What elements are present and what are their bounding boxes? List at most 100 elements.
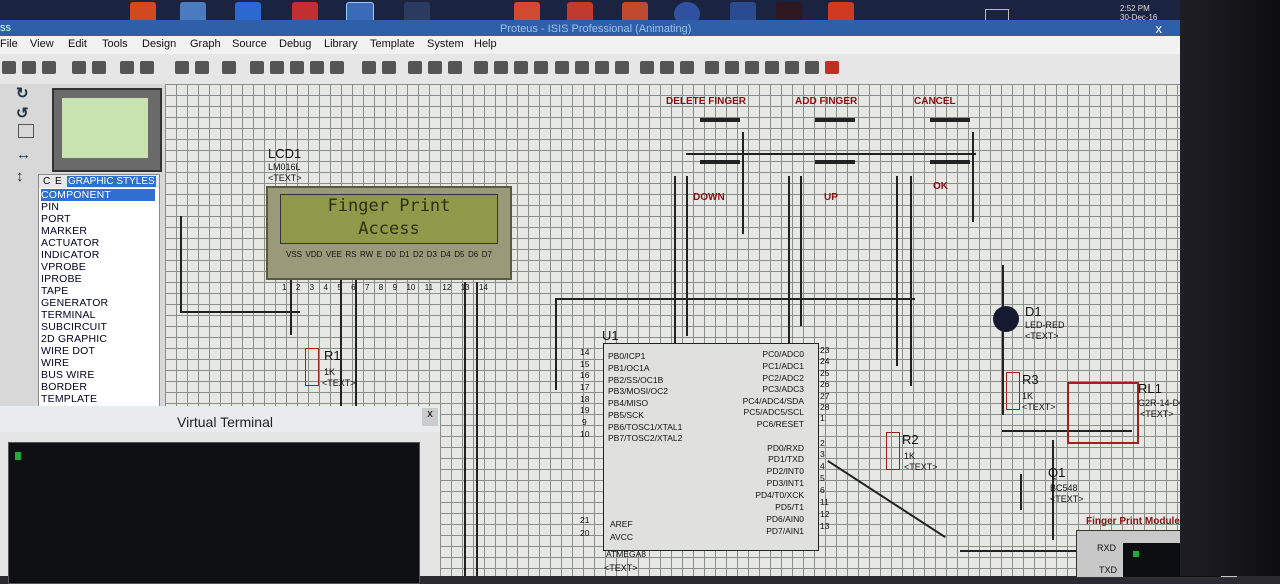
- list-item[interactable]: VPROBE: [41, 261, 86, 273]
- remove-sheet-icon[interactable]: [725, 61, 739, 74]
- list-item[interactable]: INDICATOR: [41, 249, 100, 261]
- menu-graph[interactable]: Graph: [190, 38, 221, 50]
- block-move-icon[interactable]: [494, 61, 508, 74]
- rotate-ccw-icon[interactable]: ↺: [16, 104, 38, 122]
- led-d1[interactable]: [993, 306, 1019, 332]
- menu-library[interactable]: Library: [324, 38, 358, 50]
- list-item[interactable]: MARKER: [41, 225, 87, 237]
- netlist-icon[interactable]: [805, 61, 819, 74]
- virtual-terminal-close-button[interactable]: x: [422, 408, 438, 426]
- menu-debug[interactable]: Debug: [279, 38, 311, 50]
- grid-icon[interactable]: [195, 61, 209, 74]
- pan-icon[interactable]: [250, 61, 264, 74]
- list-item[interactable]: PIN: [41, 201, 59, 213]
- undo-icon[interactable]: [362, 61, 376, 74]
- atmega8-chip[interactable]: PB0/ICP1 PB1/OC1A PB2/SS/OC1B PB3/MOSI/O…: [603, 343, 819, 559]
- menu-template[interactable]: Template: [370, 38, 415, 50]
- wire: [476, 282, 478, 576]
- mirror-horizontal-icon[interactable]: ↔: [16, 146, 38, 164]
- tab-edit[interactable]: E: [55, 176, 62, 187]
- pin-number: 16: [580, 370, 590, 380]
- wire: [180, 216, 182, 312]
- list-item[interactable]: 2D GRAPHIC: [41, 333, 107, 345]
- list-item[interactable]: WIRE: [41, 357, 69, 369]
- open-icon[interactable]: [22, 61, 36, 74]
- block-rotate-icon[interactable]: [514, 61, 528, 74]
- cut-icon[interactable]: [408, 61, 422, 74]
- overview-window[interactable]: [52, 88, 162, 172]
- erc-icon[interactable]: [785, 61, 799, 74]
- close-button[interactable]: x: [1156, 21, 1163, 36]
- export-icon[interactable]: [92, 61, 106, 74]
- list-item[interactable]: TEMPLATE: [41, 393, 97, 405]
- cancel-button[interactable]: [930, 118, 970, 122]
- search-tag-icon[interactable]: [660, 61, 674, 74]
- virtual-terminal-window[interactable]: Virtual Terminal x: [0, 406, 440, 584]
- menu-edit[interactable]: Edit: [68, 38, 87, 50]
- zoom-all-icon[interactable]: [310, 61, 324, 74]
- redo-icon[interactable]: [382, 61, 396, 74]
- add-finger-button[interactable]: [815, 118, 855, 122]
- list-item[interactable]: BUS WIRE: [41, 369, 95, 381]
- decompose-icon[interactable]: [615, 61, 629, 74]
- list-item[interactable]: BORDER: [41, 381, 87, 393]
- block-delete-icon[interactable]: [534, 61, 548, 74]
- list-item[interactable]: GENERATOR: [41, 297, 108, 309]
- origin-icon[interactable]: [222, 61, 236, 74]
- block-copy-icon[interactable]: [474, 61, 488, 74]
- copy-icon[interactable]: [428, 61, 442, 74]
- paste-icon[interactable]: [448, 61, 462, 74]
- import-icon[interactable]: [72, 61, 86, 74]
- relay-rl1[interactable]: [1067, 382, 1139, 444]
- list-item[interactable]: TAPE: [41, 285, 68, 297]
- ok-label: OK: [933, 181, 948, 192]
- list-item[interactable]: IPROBE: [41, 273, 82, 285]
- zoom-area-icon[interactable]: [330, 61, 344, 74]
- package-tool-icon[interactable]: [595, 61, 609, 74]
- transistor-q1[interactable]: [1020, 474, 1022, 510]
- list-item[interactable]: COMPONENT: [41, 189, 155, 201]
- new-icon[interactable]: [2, 61, 16, 74]
- menu-system[interactable]: System: [427, 38, 464, 50]
- menu-help[interactable]: Help: [474, 38, 497, 50]
- list-item[interactable]: SUBCIRCUIT: [41, 321, 107, 333]
- up-button[interactable]: [815, 160, 855, 164]
- area-icon[interactable]: [140, 61, 154, 74]
- ares-icon[interactable]: [825, 61, 839, 74]
- resistor-r3[interactable]: [1006, 372, 1020, 410]
- mirror-vertical-icon[interactable]: ↕: [16, 168, 38, 186]
- list-item[interactable]: TERMINAL: [41, 309, 96, 321]
- wire-autorouter-icon[interactable]: [640, 61, 654, 74]
- zoom-out-icon[interactable]: [290, 61, 304, 74]
- list-item[interactable]: ACTUATOR: [41, 237, 99, 249]
- print-icon[interactable]: [120, 61, 134, 74]
- menu-design[interactable]: Design: [142, 38, 176, 50]
- tab-graphic-styles[interactable]: GRAPHIC STYLES: [67, 176, 156, 187]
- pick-device-icon[interactable]: [555, 61, 569, 74]
- mcu-pin-label: PD5/T1: [775, 502, 804, 512]
- list-item[interactable]: WIRE DOT: [41, 345, 95, 357]
- menu-source[interactable]: Source: [232, 38, 267, 50]
- exit-parent-icon[interactable]: [745, 61, 759, 74]
- resistor-r1[interactable]: [305, 348, 319, 386]
- make-device-icon[interactable]: [575, 61, 589, 74]
- menu-file[interactable]: File: [0, 38, 18, 50]
- refresh-icon[interactable]: [175, 61, 189, 74]
- ok-button[interactable]: [930, 160, 970, 164]
- menu-tools[interactable]: Tools: [102, 38, 128, 50]
- save-icon[interactable]: [42, 61, 56, 74]
- angle-field[interactable]: [18, 124, 34, 138]
- down-button[interactable]: [700, 160, 740, 164]
- menu-view[interactable]: View: [30, 38, 54, 50]
- new-sheet-icon[interactable]: [705, 61, 719, 74]
- property-tool-icon[interactable]: [680, 61, 694, 74]
- tab-components[interactable]: C: [43, 176, 50, 187]
- bom-icon[interactable]: [765, 61, 779, 74]
- list-item[interactable]: PORT: [41, 213, 71, 225]
- resistor-r2[interactable]: [886, 432, 900, 470]
- terminal-screen[interactable]: [8, 442, 420, 584]
- zoom-in-icon[interactable]: [270, 61, 284, 74]
- delete-finger-button[interactable]: [700, 118, 740, 122]
- rotate-cw-icon[interactable]: ↻: [16, 84, 38, 102]
- lcd-display[interactable]: Finger Print Access VSS VDD VEE RS RW E …: [266, 186, 512, 280]
